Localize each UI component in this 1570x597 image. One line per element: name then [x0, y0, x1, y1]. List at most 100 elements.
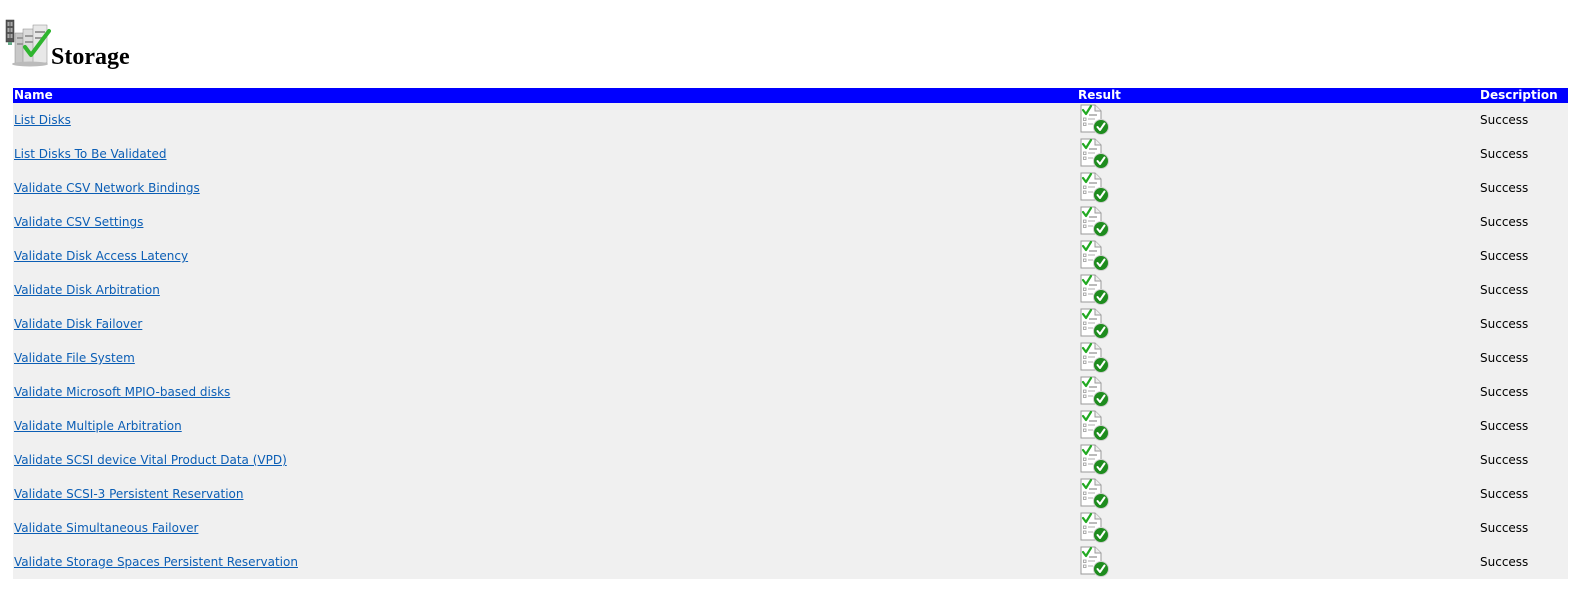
test-name-link[interactable]: Validate SCSI-3 Persistent Reservation: [14, 487, 243, 501]
description-cell: Success: [1479, 273, 1568, 307]
table-row: Validate Disk Failover Success: [13, 307, 1568, 341]
status-text: Success: [1480, 555, 1529, 569]
name-cell: Validate Multiple Arbitration: [13, 409, 1077, 443]
status-text: Success: [1480, 215, 1529, 229]
success-report-icon: [1080, 240, 1109, 271]
table-row: List Disks Success: [13, 103, 1568, 137]
test-name-link[interactable]: List Disks: [14, 113, 71, 127]
description-cell: Success: [1479, 171, 1568, 205]
success-report-icon: [1080, 410, 1109, 441]
test-name-link[interactable]: Validate Microsoft MPIO-based disks: [14, 385, 230, 399]
result-cell: [1077, 409, 1479, 443]
result-cell: [1077, 273, 1479, 307]
status-text: Success: [1480, 487, 1529, 501]
table-row: Validate File System Success: [13, 341, 1568, 375]
results-table: Name Result Description List Disks Succe…: [13, 88, 1568, 579]
success-report-icon: [1080, 274, 1109, 305]
description-cell: Success: [1479, 443, 1568, 477]
storage-server-check-icon: [5, 19, 51, 67]
table-row: Validate SCSI-3 Persistent Reservation S…: [13, 477, 1568, 511]
result-cell: [1077, 477, 1479, 511]
test-name-link[interactable]: Validate Disk Access Latency: [14, 249, 188, 263]
status-text: Success: [1480, 521, 1529, 535]
column-header-description: Description: [1479, 88, 1568, 103]
result-cell: [1077, 171, 1479, 205]
table-row: Validate Storage Spaces Persistent Reser…: [13, 545, 1568, 579]
table-body: List Disks Success List Disks To Be Vali…: [13, 103, 1568, 579]
result-cell: [1077, 205, 1479, 239]
success-report-icon: [1080, 104, 1109, 135]
name-cell: Validate Simultaneous Failover: [13, 511, 1077, 545]
column-header-result: Result: [1077, 88, 1479, 103]
test-name-link[interactable]: List Disks To Be Validated: [14, 147, 166, 161]
name-cell: Validate SCSI-3 Persistent Reservation: [13, 477, 1077, 511]
table-row: Validate Disk Access Latency Success: [13, 239, 1568, 273]
name-cell: Validate Disk Access Latency: [13, 239, 1077, 273]
description-cell: Success: [1479, 341, 1568, 375]
table-header-row: Name Result Description: [13, 88, 1568, 103]
test-name-link[interactable]: Validate Multiple Arbitration: [14, 419, 182, 433]
test-name-link[interactable]: Validate SCSI device Vital Product Data …: [14, 453, 287, 467]
description-cell: Success: [1479, 375, 1568, 409]
success-report-icon: [1080, 478, 1109, 509]
description-cell: Success: [1479, 409, 1568, 443]
status-text: Success: [1480, 351, 1529, 365]
description-cell: Success: [1479, 477, 1568, 511]
test-name-link[interactable]: Validate CSV Settings: [14, 215, 143, 229]
status-text: Success: [1480, 147, 1529, 161]
result-cell: [1077, 103, 1479, 137]
status-text: Success: [1480, 317, 1529, 331]
result-cell: [1077, 137, 1479, 171]
page-header: Storage: [5, 15, 130, 70]
status-text: Success: [1480, 385, 1529, 399]
description-cell: Success: [1479, 239, 1568, 273]
status-text: Success: [1480, 113, 1529, 127]
page-title: Storage: [51, 44, 130, 70]
name-cell: List Disks To Be Validated: [13, 137, 1077, 171]
description-cell: Success: [1479, 545, 1568, 579]
result-cell: [1077, 443, 1479, 477]
result-cell: [1077, 375, 1479, 409]
result-cell: [1077, 307, 1479, 341]
result-cell: [1077, 511, 1479, 545]
result-cell: [1077, 545, 1479, 579]
status-text: Success: [1480, 249, 1529, 263]
name-cell: Validate Storage Spaces Persistent Reser…: [13, 545, 1077, 579]
table-row: Validate Simultaneous Failover Success: [13, 511, 1568, 545]
name-cell: Validate Disk Arbitration: [13, 273, 1077, 307]
test-name-link[interactable]: Validate File System: [14, 351, 135, 365]
test-name-link[interactable]: Validate CSV Network Bindings: [14, 181, 200, 195]
name-cell: Validate Microsoft MPIO-based disks: [13, 375, 1077, 409]
table-row: Validate SCSI device Vital Product Data …: [13, 443, 1568, 477]
success-report-icon: [1080, 308, 1109, 339]
test-name-link[interactable]: Validate Simultaneous Failover: [14, 521, 198, 535]
success-report-icon: [1080, 376, 1109, 407]
table-row: Validate CSV Settings Success: [13, 205, 1568, 239]
test-name-link[interactable]: Validate Disk Failover: [14, 317, 142, 331]
table-row: Validate Multiple Arbitration Success: [13, 409, 1568, 443]
table-row: List Disks To Be Validated Success: [13, 137, 1568, 171]
name-cell: Validate Disk Failover: [13, 307, 1077, 341]
status-text: Success: [1480, 419, 1529, 433]
status-text: Success: [1480, 453, 1529, 467]
status-text: Success: [1480, 181, 1529, 195]
name-cell: Validate File System: [13, 341, 1077, 375]
test-name-link[interactable]: Validate Disk Arbitration: [14, 283, 160, 297]
result-cell: [1077, 341, 1479, 375]
success-report-icon: [1080, 138, 1109, 169]
description-cell: Success: [1479, 103, 1568, 137]
result-cell: [1077, 239, 1479, 273]
column-header-name: Name: [13, 88, 1077, 103]
description-cell: Success: [1479, 307, 1568, 341]
description-cell: Success: [1479, 511, 1568, 545]
name-cell: Validate SCSI device Vital Product Data …: [13, 443, 1077, 477]
table-row: Validate Microsoft MPIO-based disks Succ…: [13, 375, 1568, 409]
success-report-icon: [1080, 172, 1109, 203]
name-cell: List Disks: [13, 103, 1077, 137]
success-report-icon: [1080, 444, 1109, 475]
description-cell: Success: [1479, 205, 1568, 239]
success-report-icon: [1080, 206, 1109, 237]
test-name-link[interactable]: Validate Storage Spaces Persistent Reser…: [14, 555, 298, 569]
table-row: Validate CSV Network Bindings Success: [13, 171, 1568, 205]
table-row: Validate Disk Arbitration Success: [13, 273, 1568, 307]
